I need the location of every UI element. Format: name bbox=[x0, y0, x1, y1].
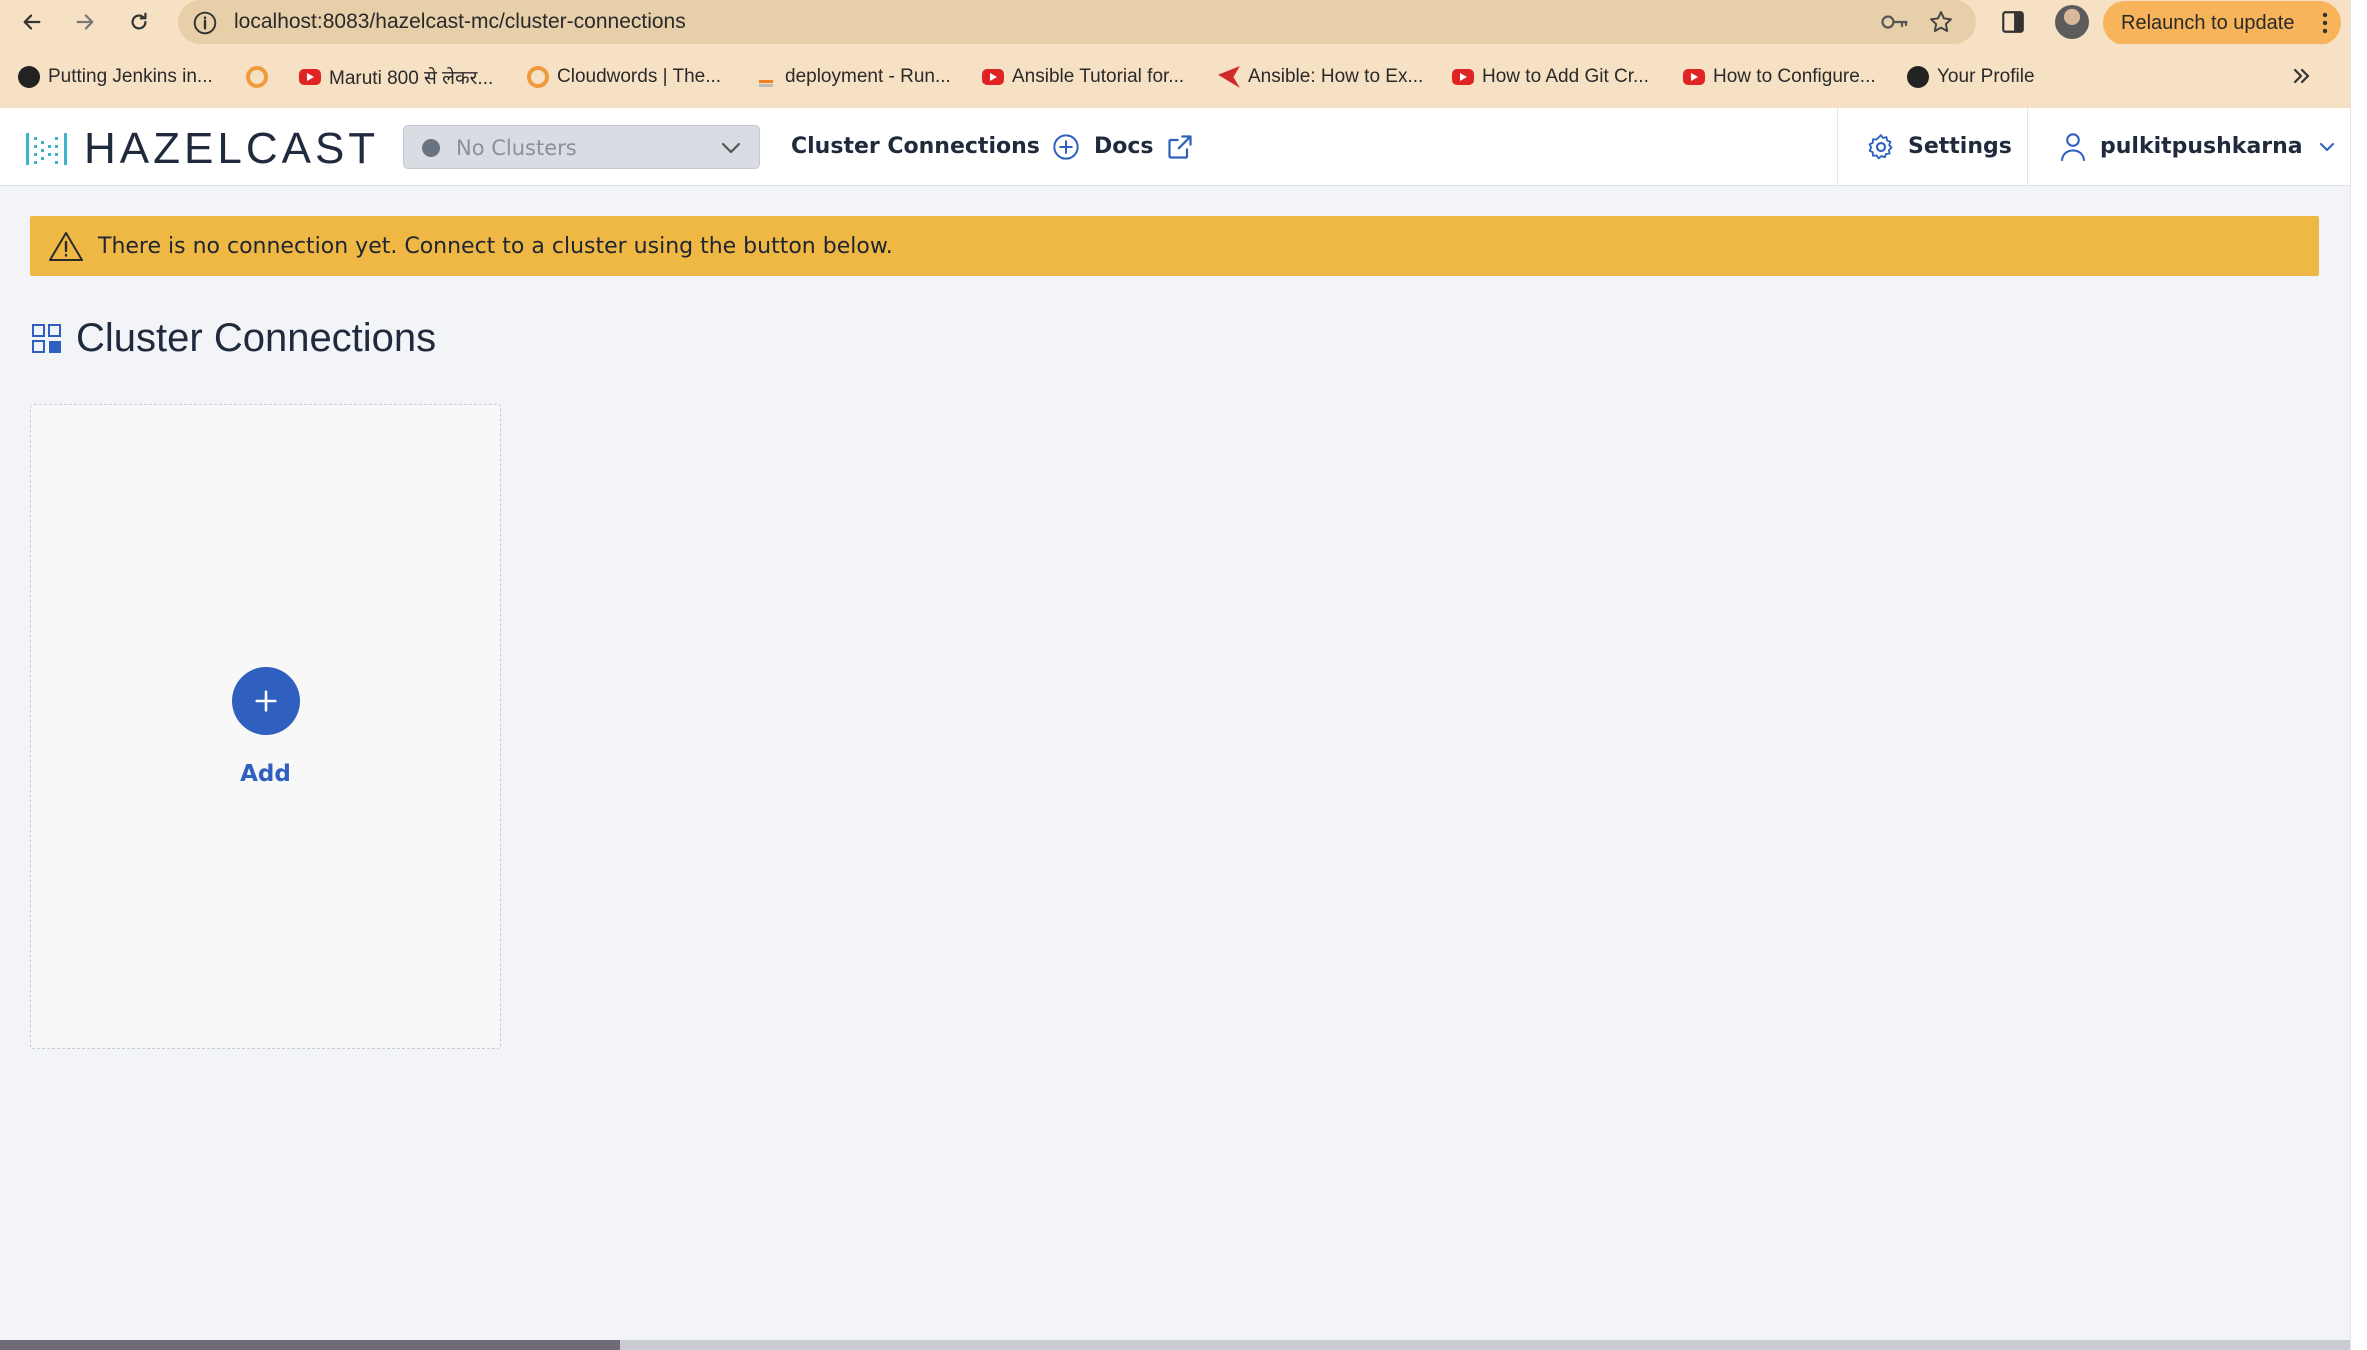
bookmark-item[interactable]: Ansible Tutorial for... bbox=[982, 64, 1184, 90]
bookmark-item[interactable]: Ansible: How to Ex... bbox=[1218, 64, 1423, 90]
arrow-right-icon bbox=[76, 14, 94, 30]
page-title: Cluster Connections bbox=[32, 316, 436, 361]
bookmark-label: Your Profile bbox=[1937, 66, 2035, 87]
taskbar-strip bbox=[0, 1340, 2350, 1350]
url-text[interactable]: localhost:8083/hazelcast-mc/cluster-conn… bbox=[234, 10, 686, 34]
cluster-select-value: No Clusters bbox=[456, 136, 577, 160]
youtube-icon bbox=[1683, 69, 1705, 85]
cluster-select[interactable]: No Clusters bbox=[403, 125, 760, 169]
plus-circle-icon[interactable] bbox=[1052, 133, 1080, 161]
star-icon[interactable] bbox=[1928, 9, 1954, 35]
bookmark-label: Maruti 800 से लेकर... bbox=[329, 68, 494, 89]
page-title-text: Cluster Connections bbox=[76, 316, 437, 360]
jenkins-icon bbox=[18, 66, 40, 88]
window-edge bbox=[2350, 0, 2367, 1350]
plus-icon bbox=[255, 690, 277, 712]
nav-settings-label: Settings bbox=[1908, 134, 2012, 159]
swirl-icon bbox=[527, 66, 549, 88]
bookmark-item[interactable]: deployment - Run... bbox=[755, 64, 951, 90]
reload-button[interactable] bbox=[123, 6, 155, 38]
relaunch-label: Relaunch to update bbox=[2121, 11, 2295, 34]
bookmark-item[interactable]: Putting Jenkins in... bbox=[18, 64, 213, 90]
bookmark-item[interactable]: How to Configure... bbox=[1683, 64, 1876, 90]
profile-avatar[interactable] bbox=[2055, 5, 2089, 39]
nav-settings[interactable]: Settings bbox=[1866, 108, 2012, 185]
header-divider bbox=[2027, 108, 2028, 185]
add-connection-label[interactable]: Add bbox=[31, 761, 500, 787]
browser-toolbar: localhost:8083/hazelcast-mc/cluster-conn… bbox=[0, 0, 2350, 45]
user-icon bbox=[2061, 132, 2085, 161]
chevron-down-icon bbox=[2319, 142, 2334, 151]
forward-button[interactable] bbox=[69, 6, 101, 38]
github-icon bbox=[1907, 66, 1929, 88]
gear-icon bbox=[1868, 133, 1893, 159]
nav-cluster-connections[interactable]: Cluster Connections bbox=[791, 108, 1080, 185]
dashboard-grid-icon bbox=[32, 323, 61, 353]
logo-text: HAZELCAST bbox=[84, 124, 380, 173]
nav-cluster-connections-label: Cluster Connections bbox=[791, 134, 1040, 159]
bookmark-label: How to Add Git Cr... bbox=[1482, 66, 1649, 87]
reload-icon bbox=[131, 12, 147, 30]
no-connection-alert: There is no connection yet. Connect to a… bbox=[30, 216, 2319, 276]
bookmark-label: How to Configure... bbox=[1713, 66, 1876, 87]
header-divider bbox=[1837, 108, 1838, 185]
bookmark-label: Cloudwords | The... bbox=[557, 66, 722, 87]
bookmark-item[interactable]: How to Add Git Cr... bbox=[1452, 64, 1649, 90]
more-vert-icon[interactable] bbox=[2321, 11, 2329, 35]
add-connection-button[interactable] bbox=[232, 667, 300, 735]
key-icon[interactable] bbox=[1880, 10, 1910, 34]
address-bar[interactable]: localhost:8083/hazelcast-mc/cluster-conn… bbox=[178, 0, 1976, 44]
alert-message: There is no connection yet. Connect to a… bbox=[98, 233, 893, 259]
swirl-icon bbox=[246, 66, 268, 88]
double-chevron-right-icon[interactable] bbox=[2290, 64, 2314, 88]
bookmarks-bar: Putting Jenkins in... Maruti 800 से लेकर… bbox=[0, 44, 2350, 109]
bookmark-label: Ansible: How to Ex... bbox=[1248, 66, 1424, 87]
add-connection-card[interactable]: Add bbox=[30, 404, 501, 1049]
youtube-icon bbox=[1452, 69, 1474, 85]
stackoverflow-icon bbox=[755, 66, 777, 88]
ansible-icon bbox=[1218, 66, 1240, 88]
user-name: pulkitpushkarna bbox=[2100, 134, 2303, 159]
nav-docs-label: Docs bbox=[1094, 134, 1154, 159]
bookmark-label: deployment - Run... bbox=[785, 66, 951, 87]
chevron-down-icon bbox=[721, 142, 741, 154]
nav-docs[interactable]: Docs bbox=[1094, 108, 1194, 185]
cluster-status-dot bbox=[422, 139, 440, 157]
youtube-icon bbox=[299, 69, 321, 85]
bookmark-item[interactable]: Maruti 800 से लेकर... bbox=[299, 64, 493, 90]
relaunch-button[interactable]: Relaunch to update bbox=[2103, 1, 2341, 45]
hazelcast-logo[interactable]: HAZELCAST bbox=[24, 127, 379, 171]
site-info-icon[interactable] bbox=[192, 10, 218, 36]
user-menu[interactable]: pulkitpushkarna bbox=[2060, 108, 2337, 185]
bookmark-label: Putting Jenkins in... bbox=[48, 66, 213, 87]
bookmark-label: Ansible Tutorial for... bbox=[1012, 66, 1185, 87]
bookmark-item[interactable]: Cloudwords | The... bbox=[527, 64, 721, 90]
bookmark-item[interactable]: Your Profile bbox=[1907, 64, 2035, 90]
youtube-icon bbox=[982, 69, 1004, 85]
warning-icon bbox=[49, 232, 83, 261]
arrow-left-icon bbox=[23, 14, 41, 30]
external-link-icon bbox=[1167, 134, 1192, 159]
side-panel-icon[interactable] bbox=[2000, 9, 2026, 35]
app-header: HAZELCAST No Clusters Cluster Connection… bbox=[0, 108, 2350, 186]
back-button[interactable] bbox=[16, 6, 48, 38]
hazelcast-logo-icon bbox=[26, 133, 67, 165]
bookmark-item[interactable] bbox=[246, 64, 276, 90]
